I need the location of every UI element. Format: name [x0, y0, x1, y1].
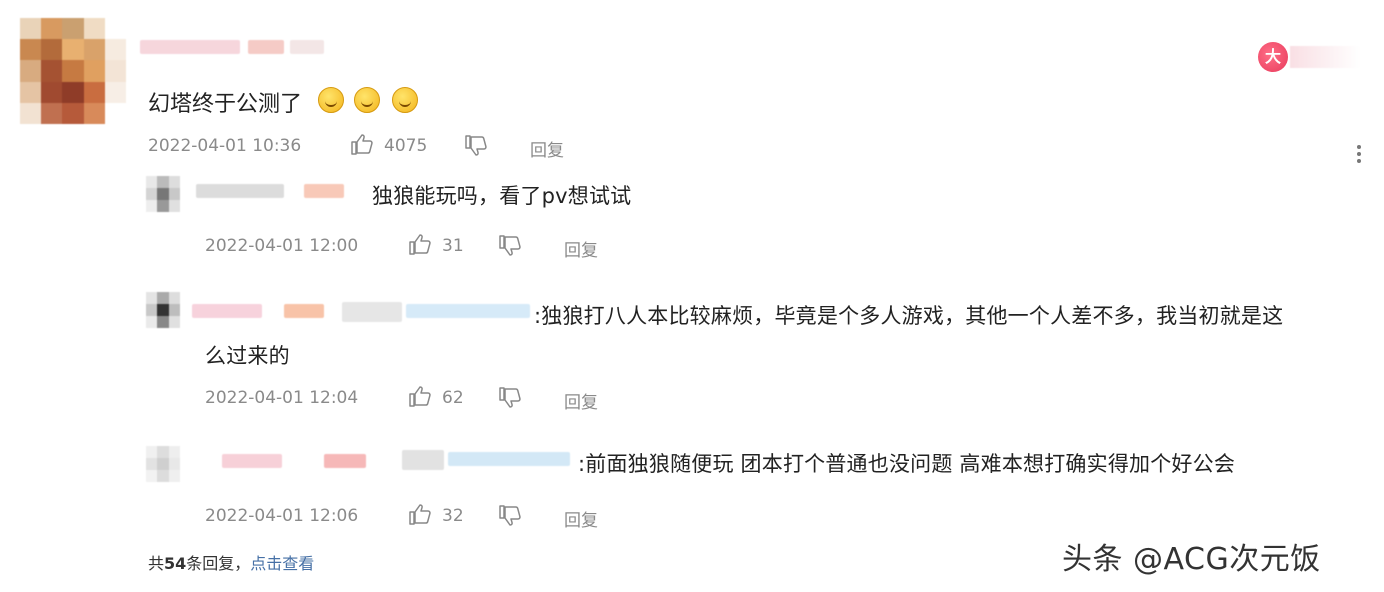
more-options-icon[interactable]	[1354, 142, 1364, 168]
emoji-icon	[318, 87, 344, 113]
total-suffix: 条回复，	[186, 554, 251, 573]
total-prefix: 共	[148, 554, 165, 573]
thumbs-down-icon[interactable]	[498, 505, 522, 527]
avatar[interactable]	[20, 18, 126, 124]
timestamp: 2022-04-01 12:06	[205, 506, 359, 526]
username-blurred[interactable]	[140, 40, 330, 56]
reply-button[interactable]: 回复	[564, 236, 598, 261]
avatar[interactable]	[146, 176, 180, 212]
like-count: 4075	[384, 136, 428, 156]
reply-text: :前面独狼随便玩 团本打个普通也没问题 高难本想打确实得加个好公会	[578, 452, 1236, 476]
thumbs-down-icon[interactable]	[498, 387, 522, 409]
total-count: 54	[164, 554, 187, 573]
avatar[interactable]	[146, 292, 180, 328]
timestamp: 2022-04-01 12:04	[205, 388, 359, 408]
reply-button[interactable]: 回复	[564, 388, 598, 413]
reply-button[interactable]: 回复	[530, 136, 564, 161]
like-count: 32	[442, 506, 464, 526]
thumbs-down-icon[interactable]	[464, 135, 488, 157]
badge-tail	[1290, 46, 1360, 68]
like-count: 62	[442, 388, 464, 408]
view-replies-link[interactable]: 点击查看	[250, 554, 314, 573]
avatar[interactable]	[146, 446, 180, 482]
emoji-icon	[354, 87, 380, 113]
timestamp: 2022-04-01 12:00	[205, 236, 359, 256]
thumbs-down-icon[interactable]	[498, 235, 522, 257]
like-count: 31	[442, 236, 464, 256]
thumbs-up-icon[interactable]	[408, 503, 432, 525]
username-blurred[interactable]	[222, 450, 574, 472]
reply-text: 独狼能玩吗，看了pv想试试	[372, 184, 632, 208]
total-replies: 共54条回复，点击查看	[148, 550, 314, 574]
emoji-icon	[392, 87, 418, 113]
reply-text: :独狼打八人本比较麻烦，毕竟是个多人游戏，其他一个人差不多，我当初就是这	[534, 304, 1284, 328]
username-blurred[interactable]	[196, 184, 366, 200]
thumbs-up-icon[interactable]	[350, 133, 374, 155]
thumbs-up-icon[interactable]	[408, 385, 432, 407]
comment-text: 幻塔终于公测了	[148, 92, 303, 117]
level-badge: 大	[1258, 42, 1288, 72]
timestamp: 2022-04-01 10:36	[148, 136, 302, 156]
reply-button[interactable]: 回复	[564, 506, 598, 531]
thumbs-up-icon[interactable]	[408, 233, 432, 255]
username-blurred[interactable]	[192, 302, 532, 324]
watermark: 头条 @ACG次元饭	[1062, 542, 1321, 577]
reply-text-continued: 么过来的	[205, 344, 290, 368]
